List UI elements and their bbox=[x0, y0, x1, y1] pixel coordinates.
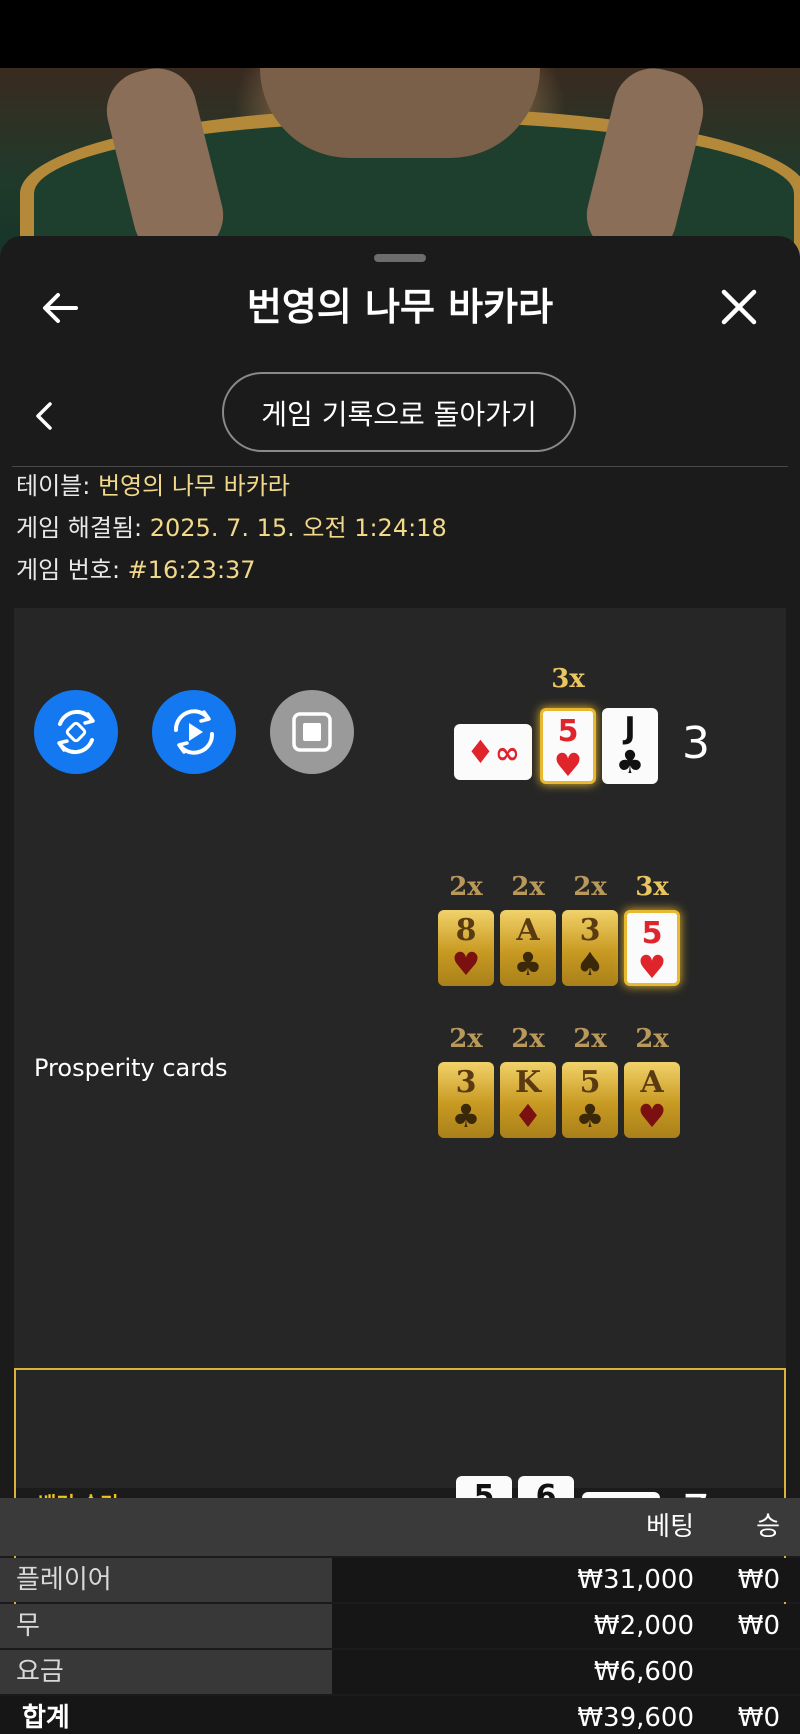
player-card-3: J ♣ bbox=[602, 708, 658, 784]
row-bet: ₩6,600 bbox=[593, 1657, 694, 1687]
table-row: 요금 ₩6,600 bbox=[0, 1650, 800, 1694]
win-column-header: 승 bbox=[756, 1512, 780, 1542]
prosperity-card: 8 ♥ bbox=[438, 910, 494, 986]
player-card-2-multiplier: 3x bbox=[551, 664, 585, 694]
info-number-value: #16:23:37 bbox=[127, 556, 256, 584]
prosperity-row2-mult-2: 2x bbox=[511, 1024, 545, 1054]
stop-button[interactable] bbox=[270, 690, 354, 774]
row-bet: ₩2,000 bbox=[593, 1611, 694, 1641]
prosperity-card-suit: ♥ bbox=[451, 945, 481, 983]
back-arrow-icon[interactable] bbox=[36, 284, 84, 332]
replay-button[interactable] bbox=[34, 690, 118, 774]
prosperity-row2-mult-3: 2x bbox=[573, 1024, 607, 1054]
info-resolved-key: 게임 해결됨: bbox=[16, 514, 150, 542]
table-row: 무 ₩2,000 ₩0 bbox=[0, 1604, 800, 1648]
divider bbox=[12, 466, 788, 467]
prosperity-card: 3 ♠ bbox=[562, 910, 618, 986]
prosperity-card: K ♦ bbox=[500, 1062, 556, 1138]
prosperity-row1-mult-4: 3x bbox=[635, 872, 669, 902]
info-table-value: 번영의 나무 바카라 bbox=[97, 472, 290, 500]
info-number-key: 게임 번호: bbox=[16, 556, 128, 584]
info-resolved: 게임 해결됨: 2025. 7. 15. 오전 1:24:18 bbox=[16, 512, 447, 544]
status-bar bbox=[0, 0, 800, 68]
prosperity-card-suit: ♣ bbox=[451, 1097, 481, 1135]
close-icon[interactable] bbox=[714, 282, 764, 332]
live-video bbox=[0, 68, 800, 258]
info-number: 게임 번호: #16:23:37 bbox=[16, 554, 256, 586]
player-card-3-rank: J bbox=[624, 711, 636, 746]
page-title: 번영의 나무 바카라 bbox=[246, 285, 554, 329]
player-card-2-suit: ♥ bbox=[553, 746, 583, 784]
info-resolved-value: 2025. 7. 15. 오전 1:24:18 bbox=[149, 514, 447, 542]
replay-icon bbox=[57, 709, 95, 755]
prosperity-card-rank: A bbox=[516, 913, 540, 948]
bet-column-header: 베팅 bbox=[646, 1512, 694, 1542]
prosperity-card-rank: 8 bbox=[455, 913, 477, 948]
prosperity-card-rank: 3 bbox=[579, 913, 601, 948]
prosperity-row1-mult-2: 2x bbox=[511, 872, 545, 902]
prosperity-card-rank: K bbox=[514, 1065, 542, 1100]
player-card-2: 5 ♥ bbox=[540, 708, 596, 784]
player-card-1-rank: ∞ bbox=[494, 736, 520, 771]
total-label: 합계 bbox=[0, 1696, 332, 1734]
row-label: 플레이어 bbox=[0, 1558, 332, 1602]
prosperity-card-suit: ♥ bbox=[637, 948, 667, 986]
prosperity-card-suit: ♠ bbox=[575, 945, 605, 983]
prosperity-card-rank: 5 bbox=[579, 1065, 601, 1100]
prosperity-row2-mult-4: 2x bbox=[635, 1024, 669, 1054]
drag-handle[interactable] bbox=[374, 254, 426, 262]
info-table: 테이블: 번영의 나무 바카라 bbox=[16, 470, 290, 502]
player-score: 3 bbox=[682, 718, 710, 769]
row-bet: ₩31,000 bbox=[577, 1565, 694, 1595]
prosperity-card: A ♥ bbox=[624, 1062, 680, 1138]
prosperity-card-rank: 3 bbox=[455, 1065, 477, 1100]
row-label: 무 bbox=[0, 1604, 332, 1648]
table-row: 플레이어 ₩31,000 ₩0 bbox=[0, 1558, 800, 1602]
prosperity-row1-mult-1: 2x bbox=[449, 872, 483, 902]
prosperity-card-rank: 5 bbox=[641, 916, 663, 951]
row-win: ₩0 bbox=[737, 1565, 780, 1595]
chevron-left-icon[interactable] bbox=[30, 396, 60, 436]
prosperity-card-suit: ♣ bbox=[513, 945, 543, 983]
play-button[interactable] bbox=[152, 690, 236, 774]
row-label: 요금 bbox=[0, 1650, 332, 1694]
player-card-3-suit: ♣ bbox=[615, 743, 645, 781]
prosperity-card-suit: ♦ bbox=[513, 1097, 543, 1135]
row-win: ₩0 bbox=[737, 1611, 780, 1641]
game-history-panel: 번영의 나무 바카라 게임 기록으로 돌아가기 테이블: 번영의 나무 바카라 … bbox=[0, 236, 800, 1734]
prosperity-card-suit: ♣ bbox=[575, 1097, 605, 1135]
prosperity-card: 3 ♣ bbox=[438, 1062, 494, 1138]
player-card-1-suit: ♦ bbox=[466, 733, 495, 771]
total-row: 합계 ₩39,600 ₩0 bbox=[0, 1696, 800, 1734]
play-icon bbox=[173, 709, 215, 755]
prosperity-card: 5 ♣ bbox=[562, 1062, 618, 1138]
prosperity-card: A ♣ bbox=[500, 910, 556, 986]
player-card-2-rank: 5 bbox=[557, 714, 579, 749]
bets-table-header: 베팅 승 bbox=[0, 1498, 800, 1556]
prosperity-card-suit: ♥ bbox=[637, 1097, 667, 1135]
prosperity-row1-mult-3: 2x bbox=[573, 872, 607, 902]
prosperity-label: Prosperity cards bbox=[34, 1054, 228, 1082]
total-win: ₩0 bbox=[737, 1703, 780, 1733]
game-result-area: ♦∞ 3x 5 ♥ J ♣ 3 2x 2x 2x 3x 8 ♥ A ♣ 3 ♠ 5 ♥ Pr… bbox=[14, 608, 786, 1618]
total-bet: ₩39,600 bbox=[577, 1703, 694, 1733]
prosperity-card-rank: A bbox=[640, 1065, 664, 1100]
prosperity-row2-mult-1: 2x bbox=[449, 1024, 483, 1054]
info-table-key: 테이블: bbox=[16, 472, 98, 500]
prosperity-card-highlighted: 5 ♥ bbox=[624, 910, 680, 986]
player-card-1: ♦∞ bbox=[454, 724, 532, 780]
stop-icon bbox=[292, 712, 332, 752]
back-to-history-button[interactable]: 게임 기록으로 돌아가기 bbox=[222, 372, 576, 452]
